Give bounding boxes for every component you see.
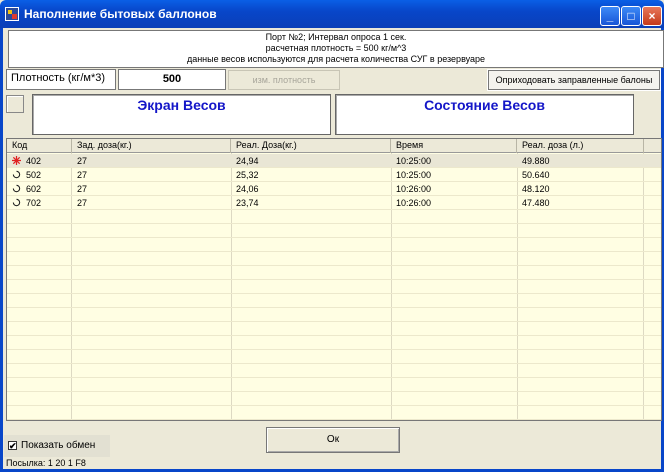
column-header-real-dose-kg[interactable]: Реал. Доза(кг.)	[231, 139, 391, 153]
title-bar[interactable]: Наполнение бытовых баллонов _ □ ×	[0, 0, 664, 28]
cell-real-dose-l: 47.480	[522, 198, 550, 208]
spinner-icon	[12, 184, 21, 193]
cell-set-dose: 27	[77, 184, 88, 194]
cell-code: 402	[26, 156, 42, 166]
grid-line	[7, 265, 661, 266]
change-density-button[interactable]: изм. плотность	[228, 70, 340, 90]
grid-line	[7, 223, 661, 224]
scale-screen-title: Экран Весов	[137, 97, 226, 113]
cell-code: 602	[26, 184, 42, 194]
density-label: Плотность (кг/м*3)	[6, 69, 116, 90]
minimize-button[interactable]: _	[600, 6, 620, 26]
grid-line	[7, 307, 661, 308]
spinner-icon	[12, 170, 21, 179]
record-cylinders-button[interactable]: Оприходовать заправленные балоны	[487, 69, 661, 91]
cell-real-dose-l: 48.120	[522, 184, 550, 194]
scale-screen: Экран Весов	[32, 94, 331, 135]
grid-line	[7, 377, 661, 378]
table-header: Код Зад. доза(кг.) Реал. Доза(кг.) Время…	[7, 139, 661, 153]
column-header-time[interactable]: Время	[391, 139, 517, 153]
close-button[interactable]: ×	[642, 6, 662, 26]
cell-time: 10:26:00	[396, 184, 432, 194]
cell-time: 10:26:00	[396, 198, 432, 208]
table-row[interactable]: 402 27 24,94 10:25:00 49.880	[7, 154, 661, 168]
table-row[interactable]: 502 27 25,32 10:25:00 50.640	[7, 168, 661, 182]
cell-real-dose-l: 50.640	[522, 170, 550, 180]
status-screen-title: Состояние Весов	[424, 97, 545, 113]
grid-line	[7, 405, 661, 406]
info-line-port: Порт №2; Интервал опроса 1 сек.	[265, 32, 407, 42]
cell-real-dose-kg: 25,32	[236, 170, 259, 180]
cell-real-dose-kg: 24,06	[236, 184, 259, 194]
burst-icon	[12, 156, 21, 165]
app-icon[interactable]	[5, 7, 19, 21]
cell-real-dose-l: 49.880	[522, 156, 550, 166]
column-header-set-dose[interactable]: Зад. доза(кг.)	[72, 139, 231, 153]
info-line-density: расчетная плотность = 500 кг/м^3	[265, 43, 407, 53]
show-exchange-checkbox[interactable]: ✔	[8, 441, 17, 451]
table-row[interactable]: 702 27 23,74 10:26:00 47.480	[7, 196, 661, 210]
grid-line	[7, 181, 661, 182]
grid-line	[7, 419, 661, 420]
grid-line	[7, 167, 661, 168]
status-screen: Состояние Весов	[335, 94, 634, 135]
cell-set-dose: 27	[77, 170, 88, 180]
info-panel: Порт №2; Интервал опроса 1 сек. расчетна…	[8, 30, 664, 68]
cell-code: 502	[26, 170, 42, 180]
indicator-square[interactable]	[6, 95, 24, 113]
table-row[interactable]: 602 27 24,06 10:26:00 48.120	[7, 182, 661, 196]
cell-time: 10:25:00	[396, 156, 432, 166]
spinner-icon	[12, 198, 21, 207]
column-header-real-dose-l[interactable]: Реал. доза (л.)	[517, 139, 644, 153]
density-input[interactable]: 500	[118, 69, 226, 90]
cell-time: 10:25:00	[396, 170, 432, 180]
grid-line	[7, 335, 661, 336]
grid-line	[7, 237, 661, 238]
grid-line	[7, 279, 661, 280]
show-exchange-toggle[interactable]: ✔ Показать обмен	[4, 435, 110, 457]
cell-code: 702	[26, 198, 42, 208]
maximize-button[interactable]: □	[621, 6, 641, 26]
dose-table[interactable]: Код Зад. доза(кг.) Реал. Доза(кг.) Время…	[6, 138, 662, 421]
window-title: Наполнение бытовых баллонов	[24, 7, 217, 21]
status-line: Посылка: 1 20 1 F8	[6, 458, 86, 468]
cell-set-dose: 27	[77, 156, 88, 166]
grid-line	[7, 209, 661, 210]
grid-line	[7, 251, 661, 252]
ok-button[interactable]: Ок	[266, 427, 400, 453]
cell-real-dose-kg: 23,74	[236, 198, 259, 208]
cell-real-dose-kg: 24,94	[236, 156, 259, 166]
show-exchange-label: Показать обмен	[21, 440, 96, 451]
grid-line	[7, 195, 661, 196]
grid-line	[7, 321, 661, 322]
grid-line	[7, 293, 661, 294]
cell-set-dose: 27	[77, 198, 88, 208]
grid-line	[7, 349, 661, 350]
grid-line	[7, 363, 661, 364]
info-line-usage: данные весов используются для расчета ко…	[186, 54, 486, 64]
grid-line	[7, 391, 661, 392]
column-header-code[interactable]: Код	[7, 139, 72, 153]
